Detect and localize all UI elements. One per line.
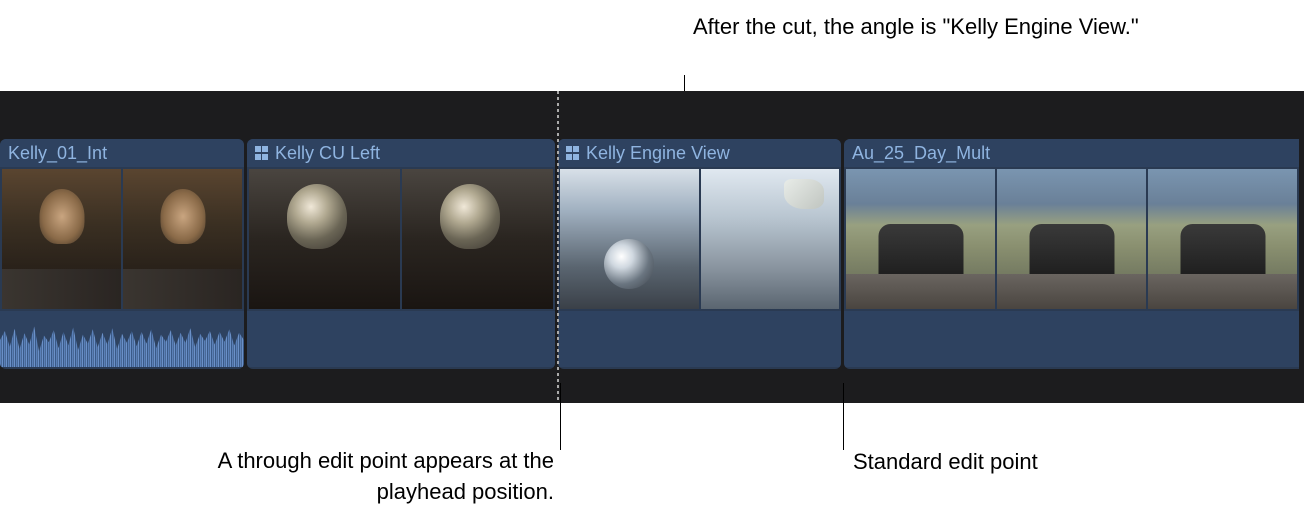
through-edit-marker[interactable] <box>557 91 559 403</box>
clip-name-label: Kelly_01_Int <box>8 143 107 164</box>
clip-filmstrip <box>558 167 841 311</box>
clip-header: Kelly CU Left <box>247 139 555 167</box>
multicam-icon <box>255 146 269 160</box>
leader-line-bottom-right <box>843 383 844 450</box>
clip-filmstrip <box>247 167 555 311</box>
annotation-through-edit-label: A through edit point appears at the play… <box>214 446 554 508</box>
clip-header: Au_25_Day_Mult <box>844 139 1299 167</box>
primary-storyline[interactable]: Kelly_01_Int Kelly CU Left <box>0 139 1304 369</box>
leader-line-bottom-left <box>560 383 561 450</box>
clip-audio[interactable] <box>0 311 244 367</box>
clip-name-label: Kelly CU Left <box>275 143 380 164</box>
clip-filmstrip <box>844 167 1299 311</box>
clip-kelly-cu-left[interactable]: Kelly CU Left <box>247 139 555 369</box>
annotation-standard-edit-label: Standard edit point <box>853 447 1038 478</box>
thumbnail <box>560 169 699 309</box>
timeline-ruler-area[interactable] <box>0 91 1304 139</box>
timeline-bottom-area <box>0 369 1304 403</box>
timeline[interactable]: Kelly_01_Int Kelly CU Left <box>0 91 1304 403</box>
audio-waveform <box>0 322 244 367</box>
thumbnail <box>402 169 553 309</box>
clip-header: Kelly_01_Int <box>0 139 244 167</box>
clip-audio[interactable] <box>558 311 841 367</box>
clip-filmstrip <box>0 167 244 311</box>
thumbnail <box>701 169 840 309</box>
thumbnail <box>997 169 1146 309</box>
annotation-top-label: After the cut, the angle is "Kelly Engin… <box>693 12 1139 43</box>
clip-kelly-01-int[interactable]: Kelly_01_Int <box>0 139 244 369</box>
clip-name-label: Kelly Engine View <box>586 143 730 164</box>
clip-audio[interactable] <box>247 311 555 367</box>
clip-header: Kelly Engine View <box>558 139 841 167</box>
thumbnail <box>2 169 121 309</box>
clip-name-label: Au_25_Day_Mult <box>852 143 990 164</box>
clip-kelly-engine-view[interactable]: Kelly Engine View <box>558 139 841 369</box>
clip-audio[interactable] <box>844 311 1299 367</box>
thumbnail <box>846 169 995 309</box>
thumbnail <box>123 169 242 309</box>
multicam-icon <box>566 146 580 160</box>
thumbnail <box>249 169 400 309</box>
clip-au-25-day-mult[interactable]: Au_25_Day_Mult <box>844 139 1299 369</box>
thumbnail <box>1148 169 1297 309</box>
